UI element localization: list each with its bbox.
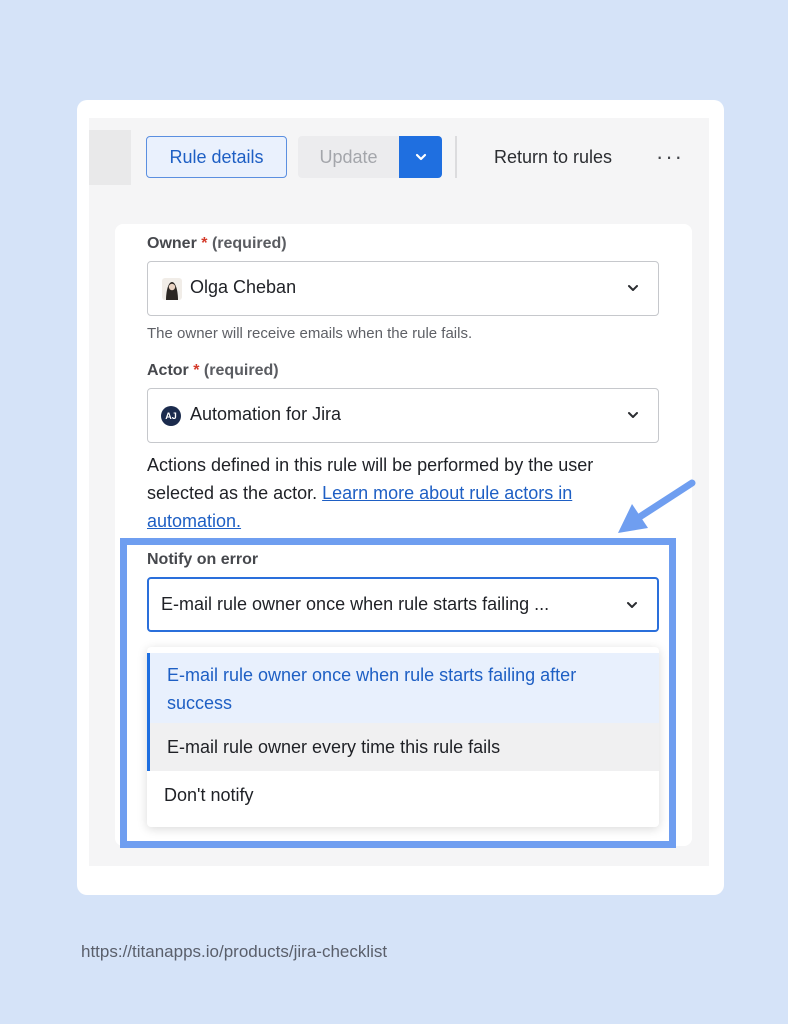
pointer-arrow-icon [618, 479, 696, 533]
highlight-frame [120, 538, 676, 848]
owner-value: Olga Cheban [190, 277, 297, 297]
actor-label: Actor * (required) [147, 362, 279, 379]
update-button[interactable]: Update [298, 136, 399, 178]
user-avatar-icon [162, 278, 182, 300]
rule-details-button[interactable]: Rule details [146, 136, 287, 178]
chevron-down-icon [415, 153, 426, 161]
actor-select[interactable]: AJ Automation for Jira [147, 388, 659, 443]
sidebar-stub [89, 130, 131, 185]
actor-avatar: AJ [161, 406, 181, 426]
owner-label: Owner * (required) [147, 235, 287, 252]
actor-description: Actions defined in this rule will be per… [147, 455, 594, 531]
return-to-rules-button[interactable]: Return to rules [470, 136, 636, 178]
actor-value: Automation for Jira [190, 404, 342, 424]
owner-helper-text: The owner will receive emails when the r… [147, 325, 473, 342]
chevron-down-icon [628, 412, 638, 418]
toolbar-divider [455, 136, 457, 178]
update-dropdown-button[interactable] [399, 136, 442, 178]
chevron-down-icon [628, 285, 638, 291]
more-actions-button[interactable]: ··· [648, 136, 692, 178]
owner-select[interactable]: Olga Cheban [147, 261, 659, 316]
source-url: https://titanapps.io/products/jira-check… [81, 942, 388, 961]
